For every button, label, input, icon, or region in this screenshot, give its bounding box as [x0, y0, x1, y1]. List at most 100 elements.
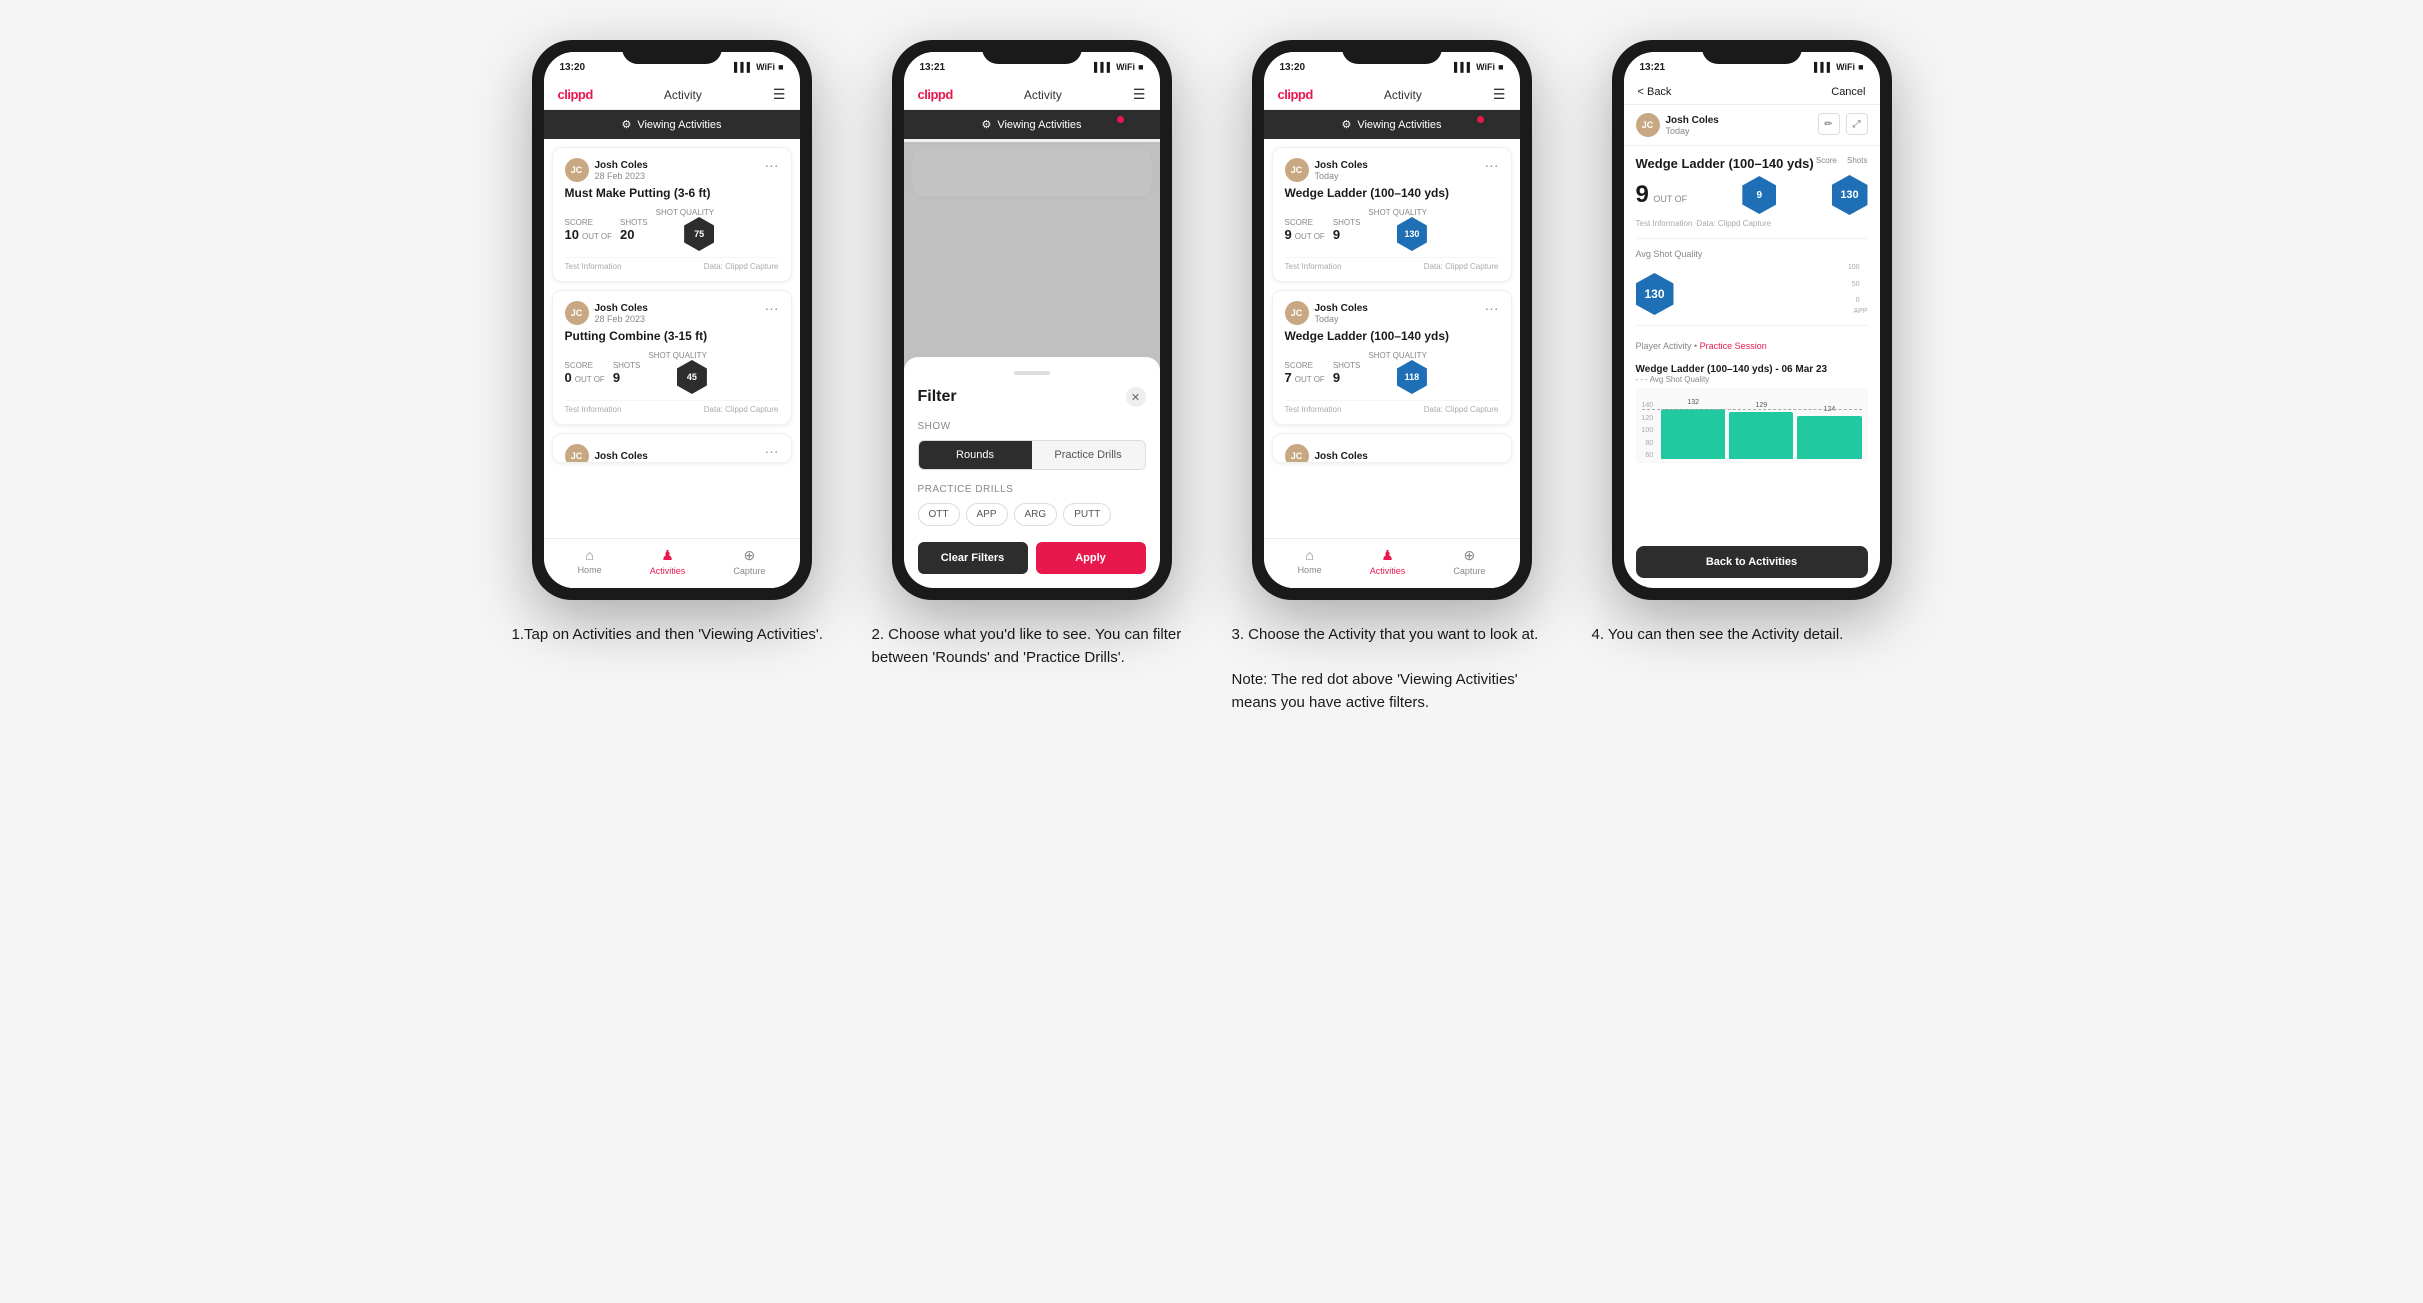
card-user-3-1: JC Josh Coles Today	[1285, 158, 1368, 182]
clear-filters-btn-2[interactable]: Clear Filters	[918, 542, 1028, 574]
activity-card-1-2[interactable]: JC Josh Coles 28 Feb 2023 ··· Putting Co…	[552, 290, 792, 425]
divider-4-1	[1636, 238, 1868, 239]
activity-title-1-1: Must Make Putting (3-6 ft)	[565, 186, 779, 200]
edit-icon-4[interactable]: ✏	[1818, 113, 1840, 135]
detail-title-4: Wedge Ladder (100–140 yds)	[1636, 156, 1814, 171]
detail-user-info-4: Josh Coles Today	[1666, 115, 1719, 136]
status-icons-4: ▌▌▌ WiFi ■	[1814, 62, 1864, 72]
menu-icon-2[interactable]: ☰	[1133, 86, 1146, 103]
more-dots-3-1[interactable]: ···	[1485, 158, 1499, 172]
user-name-1-2: Josh Coles	[595, 303, 648, 314]
activity-card-3-2[interactable]: JC Josh Coles Today ··· Wedge Ladder (10…	[1272, 290, 1512, 425]
nav-capture-1[interactable]: ⊕ Capture	[733, 547, 765, 576]
cancel-btn-4[interactable]: Cancel	[1831, 86, 1865, 98]
user-date-3-1: Today	[1315, 171, 1368, 181]
viewing-banner-2[interactable]: ⚙ Viewing Activities	[904, 110, 1160, 139]
nav-home-3[interactable]: ⌂ Home	[1298, 547, 1322, 576]
filter-show-label-2: Show	[918, 421, 1146, 432]
capture-icon-1: ⊕	[744, 547, 756, 564]
activity-scroll-3: JC Josh Coles Today ··· Wedge Ladder (10…	[1264, 139, 1520, 538]
activity-title-3-1: Wedge Ladder (100–140 yds)	[1285, 186, 1499, 200]
back-to-activities-btn-4[interactable]: Back to Activities	[1636, 546, 1868, 578]
phone-4: 13:21 ▌▌▌ WiFi ■ < Back Cancel JC	[1612, 40, 1892, 600]
detail-title-row-4: Wedge Ladder (100–140 yds) Score Shots	[1636, 156, 1868, 171]
card-user-1-1: JC Josh Coles 28 Feb 2023	[565, 158, 648, 182]
stat-score-3-2: Score 7 OUT OF	[1285, 361, 1325, 385]
viewing-banner-3[interactable]: ⚙ Viewing Activities	[1264, 110, 1520, 139]
more-dots-1-3[interactable]: ···	[765, 444, 779, 458]
battery-icon-1: ■	[778, 62, 783, 72]
card-user-3-2: JC Josh Coles Today	[1285, 301, 1368, 325]
modal-header-2: Filter ✕	[918, 387, 1146, 407]
chip-ott-2[interactable]: OTT	[918, 503, 960, 526]
data-source-1-1: Data: Clippd Capture	[704, 262, 779, 271]
user-name-3-3: Josh Coles	[1315, 451, 1368, 462]
expand-icon-4[interactable]: ⤢	[1846, 113, 1868, 135]
status-time-1: 13:20	[560, 62, 586, 73]
modal-handle-2	[1014, 371, 1050, 375]
battery-icon-4: ■	[1858, 62, 1863, 72]
card-header-1-1: JC Josh Coles 28 Feb 2023 ···	[565, 158, 779, 182]
menu-icon-1[interactable]: ☰	[773, 86, 786, 103]
large-bar-4-2: 129	[1729, 412, 1793, 459]
wifi-icon-4: WiFi	[1836, 62, 1855, 72]
apply-btn-2[interactable]: Apply	[1036, 542, 1146, 574]
back-btn-4[interactable]: < Back	[1638, 86, 1672, 98]
activity-card-1-1[interactable]: JC Josh Coles 28 Feb 2023 ··· Must Make …	[552, 147, 792, 282]
page-container: 13:20 ▌▌▌ WiFi ■ clippd Activity ☰ ⚙ V	[512, 40, 1912, 714]
card-footer-3-2: Test Information Data: Clippd Capture	[1285, 400, 1499, 414]
activity-card-3-3[interactable]: JC Josh Coles	[1272, 433, 1512, 463]
large-bar-4-1: 132	[1661, 409, 1725, 459]
detail-user-row-4: JC Josh Coles Today ✏ ⤢	[1624, 105, 1880, 146]
dashed-line-4	[1642, 409, 1862, 410]
more-dots-3-2[interactable]: ···	[1485, 301, 1499, 315]
sq-label-1-1: Shot Quality	[656, 208, 715, 217]
avg-shot-section-4: Avg Shot Quality 130 100 50 0	[1636, 249, 1868, 315]
card-footer-1-2: Test Information Data: Clippd Capture	[565, 400, 779, 414]
close-btn-2[interactable]: ✕	[1126, 387, 1146, 407]
test-info-3-1: Test Information	[1285, 262, 1342, 271]
step-3-column: 13:20 ▌▌▌ WiFi ■ clippd Activity ☰ ⚙ V	[1232, 40, 1552, 714]
more-dots-1-1[interactable]: ···	[765, 158, 779, 172]
drill-chips-2: OTT APP ARG PUTT	[918, 503, 1146, 526]
nav-activities-1[interactable]: ♟ Activities	[650, 547, 686, 576]
activity-scroll-1: JC Josh Coles 28 Feb 2023 ··· Must Make …	[544, 139, 800, 538]
status-time-2: 13:21	[920, 62, 946, 73]
user-info-3-1: Josh Coles Today	[1315, 160, 1368, 181]
battery-icon-3: ■	[1498, 62, 1503, 72]
chip-arg-2[interactable]: ARG	[1014, 503, 1058, 526]
viewing-banner-1[interactable]: ⚙ Viewing Activities	[544, 110, 800, 139]
more-dots-1-2[interactable]: ···	[765, 301, 779, 315]
stat-sq-3-1: Shot Quality 130	[1368, 208, 1427, 251]
wedge-sub-label-4: - - - Avg Shot Quality	[1636, 375, 1868, 384]
app-header-2: clippd Activity ☰	[904, 80, 1160, 110]
red-dot-3	[1477, 116, 1484, 123]
step-3-description-main: 3. Choose the Activity that you want to …	[1232, 624, 1552, 714]
user-date-3-2: Today	[1315, 314, 1368, 324]
tab-rounds-2[interactable]: Rounds	[919, 441, 1032, 469]
score-value-3-1: 9 OUT OF	[1285, 227, 1325, 242]
user-date-1-1: 28 Feb 2023	[595, 171, 648, 181]
status-time-4: 13:21	[1640, 62, 1666, 73]
phone-screen-3: 13:20 ▌▌▌ WiFi ■ clippd Activity ☰ ⚙ V	[1264, 52, 1520, 588]
chip-putt-2[interactable]: PUTT	[1063, 503, 1111, 526]
avg-shot-label-4: Avg Shot Quality	[1636, 249, 1868, 259]
phone-notch-3	[1342, 40, 1442, 64]
tab-practice-2[interactable]: Practice Drills	[1032, 441, 1145, 469]
card-header-3-2: JC Josh Coles Today ···	[1285, 301, 1499, 325]
nav-home-1[interactable]: ⌂ Home	[578, 547, 602, 576]
filter-modal-2[interactable]: Filter ✕ Show Rounds Practice Drills Pra…	[904, 357, 1160, 588]
nav-capture-3[interactable]: ⊕ Capture	[1453, 547, 1485, 576]
user-info-1-2: Josh Coles 28 Feb 2023	[595, 303, 648, 324]
modal-title-2: Filter	[918, 388, 957, 406]
chart-x-label-4: APP	[1682, 308, 1868, 315]
app-title-3: Activity	[1384, 88, 1422, 102]
card-header-3-3: JC Josh Coles	[1285, 444, 1499, 463]
nav-activities-3[interactable]: ♟ Activities	[1370, 547, 1406, 576]
stat-score-3-1: Score 9 OUT OF	[1285, 218, 1325, 242]
menu-icon-3[interactable]: ☰	[1493, 86, 1506, 103]
chip-app-2[interactable]: APP	[966, 503, 1008, 526]
activity-card-1-3[interactable]: JC Josh Coles ···	[552, 433, 792, 463]
app-title-1: Activity	[664, 88, 702, 102]
activity-card-3-1[interactable]: JC Josh Coles Today ··· Wedge Ladder (10…	[1272, 147, 1512, 282]
